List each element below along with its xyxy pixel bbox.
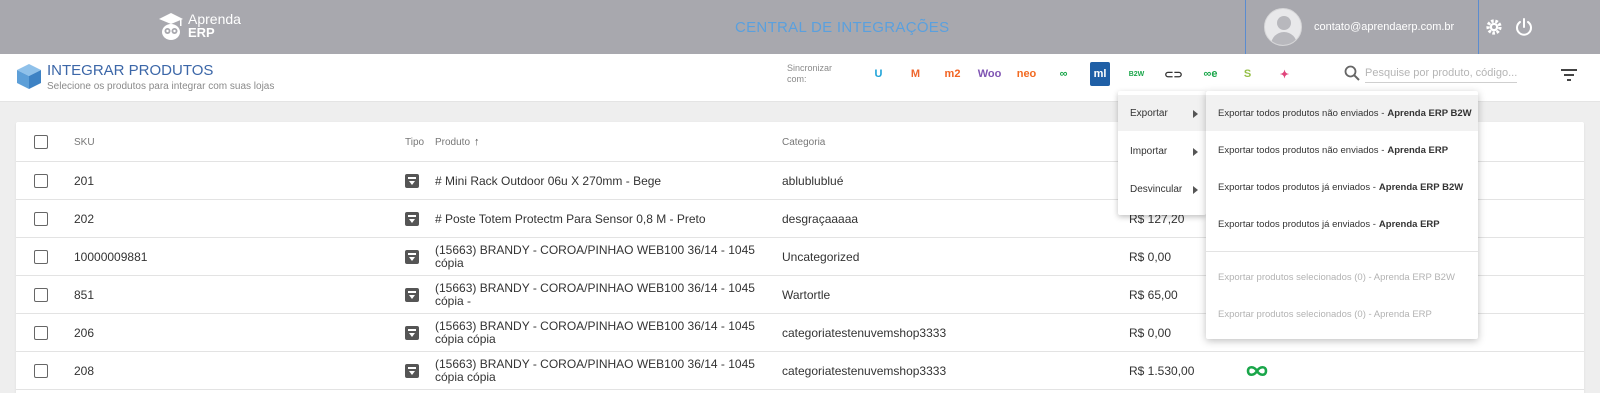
gear-icon[interactable] (1484, 17, 1504, 37)
cell-tipo (405, 352, 419, 390)
submenu-item[interactable]: Exportar todos produtos já enviados - Apr… (1206, 206, 1478, 242)
top-bar: Aprenda ERP CENTRAL DE INTEGRAÇÕES conta… (0, 0, 1600, 54)
menu-item-importar[interactable]: Importar (1118, 133, 1206, 169)
avatar[interactable] (1264, 8, 1302, 46)
cell-categoria: categoriatestenuvemshop3333 (782, 325, 947, 340)
cell-categoria: categoriatestenuvemshop3333 (782, 363, 947, 378)
neo-icon[interactable]: neo (1008, 62, 1045, 86)
box-icon (17, 64, 41, 89)
omnichannel-icon[interactable]: ∞e (1192, 62, 1229, 86)
cell-categoria: ablublublué (782, 173, 844, 188)
submenu-item-disabled: Exportar produtos selecionados (0) - Apr… (1218, 271, 1455, 283)
central-title: CENTRAL DE INTEGRAÇÕES (735, 19, 950, 36)
woo-icon[interactable]: Woo (971, 62, 1008, 86)
submenu-item[interactable]: Exportar todos produtos já enviados - Apr… (1206, 169, 1478, 205)
row-checkbox[interactable] (34, 212, 48, 226)
row-checkbox[interactable] (34, 364, 48, 378)
header-tipo: Tipo (405, 136, 425, 148)
submenu-divider (1206, 251, 1478, 252)
caret-right-icon (1193, 186, 1198, 194)
product-type-icon (405, 250, 419, 264)
shopify-icon[interactable]: S (1229, 62, 1266, 86)
b2w-icon[interactable]: B2W (1118, 62, 1155, 86)
cell-sku: 202 (74, 211, 95, 226)
caret-right-icon (1193, 148, 1198, 156)
page-title: INTEGRAR PRODUTOS (47, 62, 214, 79)
logo-text-bottom: ERP (188, 25, 215, 40)
cell-produto: (15663) BRANDY - COROA/PINHAO WEB100 36/… (435, 357, 755, 384)
product-type-icon (405, 288, 419, 302)
export-submenu: Exportar todos produtos não enviados - Ap… (1206, 91, 1478, 339)
cell-produto: (15663) BRANDY - COROA/PINHAO WEB100 36/… (435, 319, 755, 346)
uol-icon[interactable]: U (860, 62, 897, 86)
select-all-checkbox[interactable] (34, 135, 48, 149)
logo-text-top: Aprenda (188, 11, 241, 27)
product-type-icon (405, 174, 419, 188)
actions-menu: Exportar Importar Desvincular (1118, 91, 1206, 215)
product-type-icon (405, 212, 419, 226)
cell-tipo (405, 162, 419, 200)
header-sku[interactable]: SKU (74, 122, 95, 162)
cell-sku: 851 (74, 287, 95, 302)
row-checkbox[interactable] (34, 250, 48, 264)
user-email[interactable]: contato@aprendaerp.com.br (1314, 21, 1454, 33)
submenu-item[interactable]: Exportar todos produtos não enviados - Ap… (1206, 95, 1478, 131)
submenu-item-disabled: Exportar produtos selecionados (0) - Apr… (1218, 308, 1432, 320)
search-icon (1344, 65, 1360, 81)
search-input[interactable] (1365, 63, 1517, 83)
cell-sku: 201 (74, 173, 95, 188)
header-categoria[interactable]: Categoria (782, 122, 825, 162)
link-icon[interactable]: ⊂⊃ (1155, 62, 1192, 86)
cell-categoria: Uncategorized (782, 249, 860, 264)
cell-sku: 10000009881 (74, 249, 148, 264)
cell-preco: R$ 1.530,00 (1129, 363, 1195, 378)
cell-tipo (405, 314, 419, 352)
menu-item-exportar[interactable]: Exportar (1118, 95, 1206, 131)
submenu-item[interactable]: Exportar todos produtos não enviados - Ap… (1206, 132, 1478, 168)
cell-produto: (15663) BRANDY - COROA/PINHAO WEB100 36/… (435, 243, 755, 270)
cell-sku: 206 (74, 325, 95, 340)
infinity-icon (1246, 365, 1268, 377)
caret-right-icon (1193, 110, 1198, 118)
cell-preco: R$ 0,00 (1129, 325, 1172, 340)
mercadolivre-icon[interactable]: ml (1090, 62, 1110, 86)
cell-tipo (405, 200, 419, 238)
header-produto-label: Produto (435, 136, 471, 148)
cell-sku: 208 (74, 363, 95, 378)
cell-tipo (405, 276, 419, 314)
app-logo[interactable]: Aprenda ERP (158, 12, 241, 40)
menu-item-label: Importar (1130, 145, 1168, 157)
product-type-icon (405, 326, 419, 340)
power-icon[interactable] (1514, 17, 1534, 37)
infinity-icon[interactable]: ∞ (1045, 62, 1082, 86)
cell-produto: # Mini Rack Outdoor 06u X 270mm - Bege (435, 173, 662, 188)
header-produto[interactable]: Produto ↑ (435, 122, 765, 162)
sync-label: Sincronizar com: (787, 63, 833, 84)
cell-tipo (405, 238, 419, 276)
table-row[interactable]: 208 (15663) BRANDY - COROA/PINHAO WEB100 … (16, 352, 1584, 390)
row-checkbox[interactable] (34, 174, 48, 188)
cell-preco: R$ 0,00 (1129, 249, 1172, 264)
cell-categoria: Wartortle (782, 287, 831, 302)
menu-item-label: Exportar (1130, 107, 1168, 119)
cell-produto: (15663) BRANDY - COROA/PINHAO WEB100 36/… (435, 281, 755, 308)
sync-integrations: U Mm2 Woo neo ∞ ml B2W ⊂⊃ ∞e S ✦ (860, 62, 1303, 86)
page-subtitle: Selecione os produtos para integrar com … (47, 81, 275, 92)
product-type-icon (405, 364, 419, 378)
cell-preco: R$ 65,00 (1129, 287, 1178, 302)
cell-produto: # Poste Totem Protectm Para Sensor 0,8 M… (435, 211, 706, 226)
cell-categoria: desgraçaaaaa (782, 211, 859, 226)
menu-item-label: Desvincular (1130, 183, 1183, 195)
magento-icon[interactable]: M (897, 62, 934, 86)
sort-up-icon: ↑ (474, 135, 480, 148)
filter-icon[interactable] (1561, 68, 1577, 82)
star-icon[interactable]: ✦ (1266, 62, 1303, 86)
owl-logo-icon (159, 13, 183, 40)
magento2-icon[interactable]: m2 (934, 62, 971, 86)
menu-item-desvincular[interactable]: Desvincular (1118, 171, 1206, 207)
user-menu[interactable]: contato@aprendaerp.com.br (1245, 0, 1479, 54)
row-checkbox[interactable] (34, 288, 48, 302)
row-checkbox[interactable] (34, 326, 48, 340)
